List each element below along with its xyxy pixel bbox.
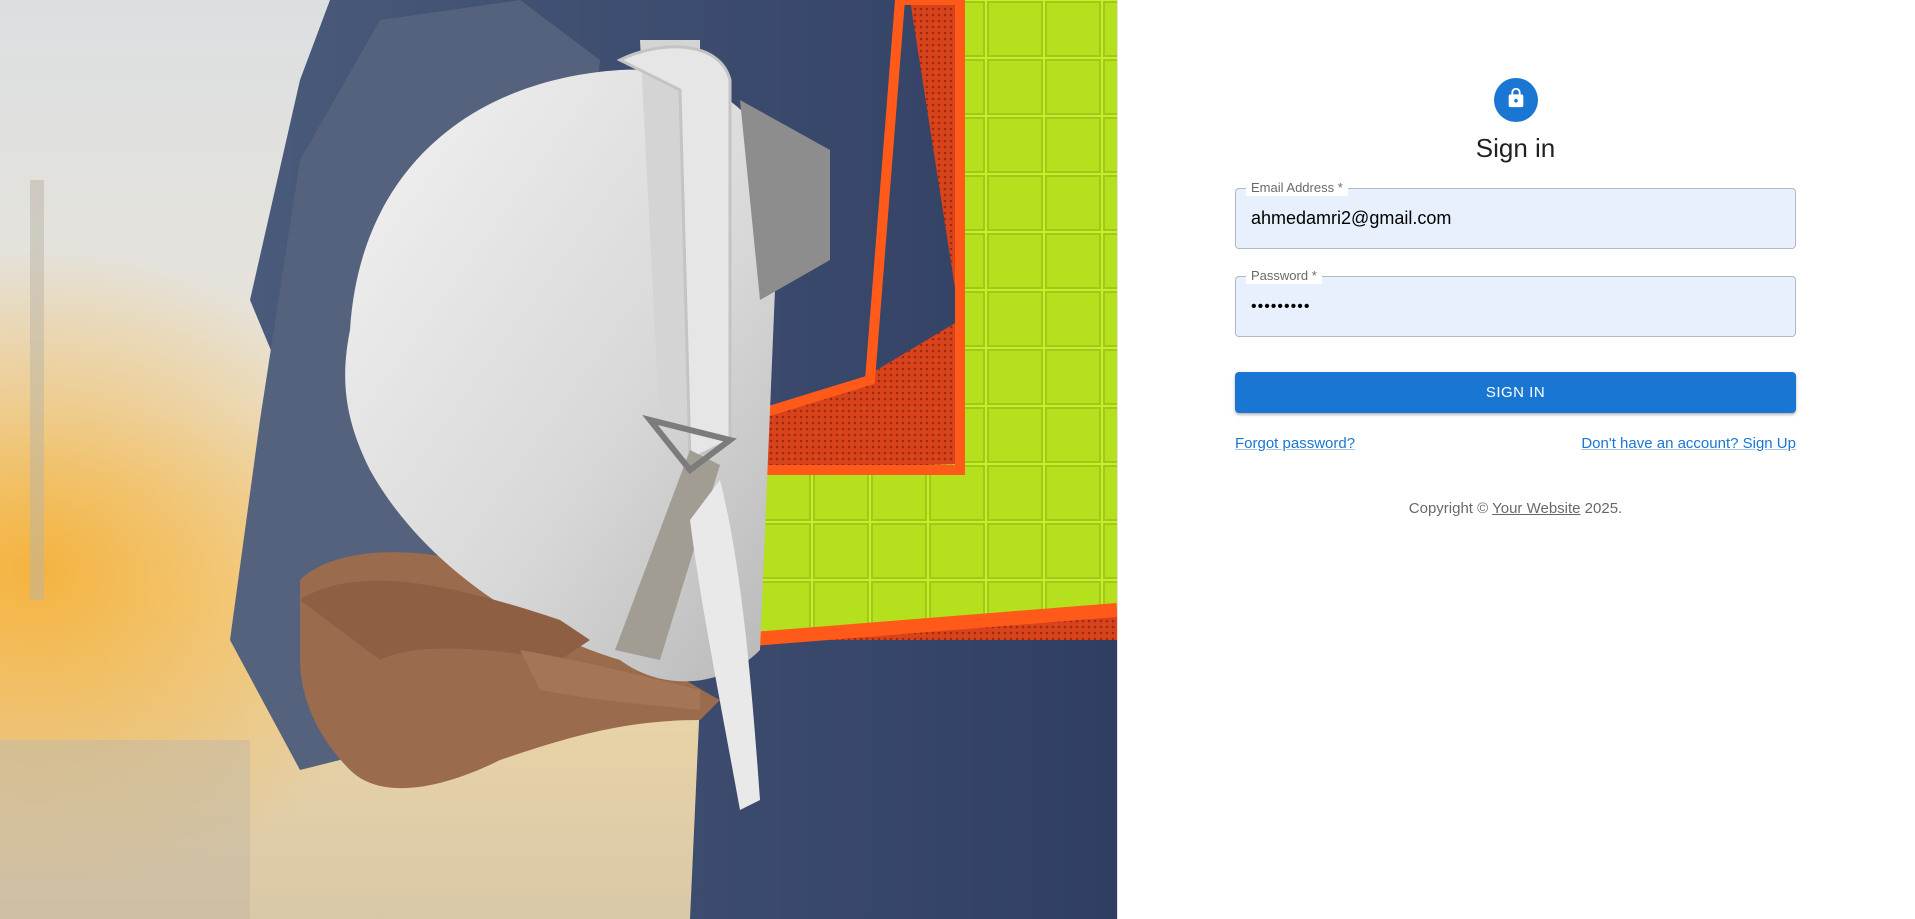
email-input[interactable] <box>1236 189 1795 248</box>
copyright: Copyright © Your Website 2025. <box>1235 500 1796 517</box>
hero-image <box>0 0 1118 919</box>
website-link[interactable]: Your Website <box>1492 500 1580 517</box>
sign-in-button[interactable]: SIGN IN <box>1235 372 1796 413</box>
forgot-password-link[interactable]: Forgot password? <box>1235 435 1355 452</box>
lock-avatar <box>1493 78 1538 122</box>
lock-icon <box>1505 87 1527 114</box>
page-title: Sign in <box>1475 133 1556 163</box>
copyright-prefix: Copyright © <box>1408 500 1493 517</box>
auth-links: Forgot password? Don't have an account? … <box>1235 435 1796 452</box>
signin-panel: Sign in Email Address * Password * SIGN … <box>1118 0 1915 919</box>
password-field[interactable]: Password * <box>1235 268 1796 337</box>
sign-up-link[interactable]: Don't have an account? Sign Up <box>1581 435 1796 452</box>
email-field[interactable]: Email Address * <box>1235 180 1796 249</box>
copyright-suffix: 2025. <box>1580 500 1623 517</box>
signin-form: Sign in Email Address * Password * SIGN … <box>1235 78 1796 517</box>
password-input[interactable] <box>1236 277 1795 336</box>
